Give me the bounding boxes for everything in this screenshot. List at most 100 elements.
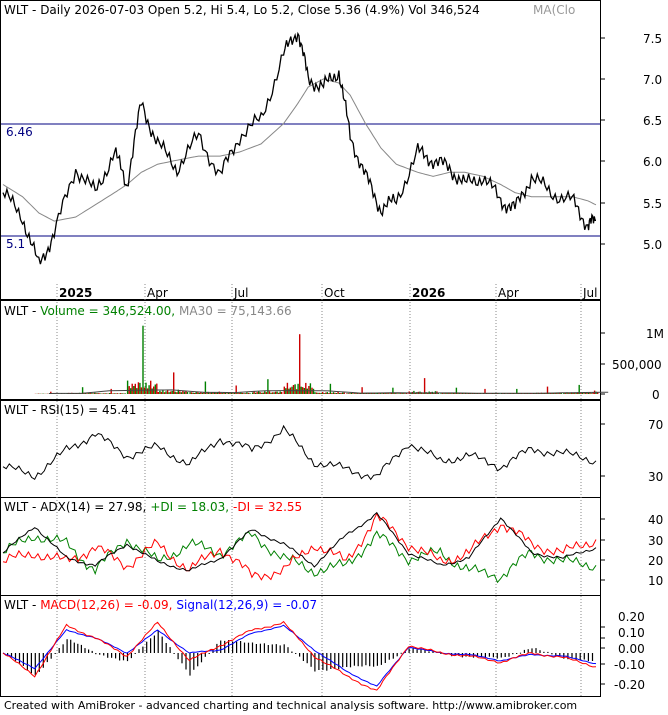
rsi-line (2, 424, 597, 481)
volume-bar (295, 389, 298, 394)
volume-bar (220, 392, 222, 394)
volume-bar (398, 393, 400, 394)
price-series-line (2, 31, 596, 265)
volume-bar (201, 392, 204, 394)
volume-bar (423, 378, 426, 394)
macd-hist-bar (523, 649, 525, 653)
adx-label-mdi: -DI = 32.55 (233, 500, 302, 514)
macd-hist-bar (193, 653, 195, 670)
macd-hist-bar (342, 653, 344, 668)
footer-credit: Created with AmiBroker - advanced charti… (4, 699, 578, 712)
macd-hist-bar (295, 653, 297, 654)
macd-hist-bar (138, 649, 140, 653)
volume-bar (229, 393, 231, 394)
volume-bar (271, 392, 274, 394)
price-y-axis: 7.5 7.0 6.5 6.0 5.5 5.0 (600, 32, 662, 252)
volume-bar (145, 382, 147, 394)
macd-hist-bar (22, 653, 24, 666)
x-tick-jul-2026: Jul (582, 286, 597, 300)
price-y-tick: 7.0 (643, 73, 662, 87)
volume-bar (173, 372, 175, 394)
volume-bar (150, 380, 152, 394)
macd-y-tick: 0.00 (618, 642, 645, 656)
macd-hist-bar (216, 643, 218, 653)
price-panel: 6.46 5.1 WLT - Daily 2026-07-03 Open 5.2… (1, 3, 662, 300)
volume-bar (95, 393, 97, 394)
macd-hist-bar (111, 653, 113, 658)
volume-bar (91, 393, 93, 394)
macd-hist-bar (583, 653, 585, 660)
volume-bar (192, 392, 194, 394)
volume-bar (334, 392, 336, 394)
volume-bar (171, 390, 173, 394)
macd-hist-bar (240, 641, 242, 653)
macd-hist-bar (62, 644, 64, 653)
macd-hist-bar (251, 642, 254, 653)
macd-hist-bar (349, 653, 352, 668)
volume-bar (448, 393, 450, 394)
macd-hist-bar (384, 653, 386, 663)
price-x-axis: 2025 Apr Jul Oct 2026 Apr Jul (59, 286, 597, 300)
macd-hist-bar (271, 644, 273, 653)
macd-hist-bar (408, 648, 410, 653)
volume-bar (294, 384, 296, 394)
price-y-tick: 6.0 (643, 155, 662, 169)
macd-hist-bar (420, 649, 422, 653)
macd-y-tick: -0.20 (614, 678, 645, 692)
adx-y-tick: 10 (648, 574, 663, 588)
volume-bar (268, 391, 271, 394)
macd-hist-bar (119, 653, 121, 661)
volume-bar (247, 392, 250, 394)
macd-hist-bar (161, 636, 163, 653)
macd-y-tick: -0.10 (614, 658, 645, 672)
macd-hist-bar (243, 642, 246, 653)
volume-bar (226, 393, 228, 394)
volume-bar (281, 392, 283, 394)
macd-hist-bar (373, 653, 375, 667)
rsi-panel: WLT - RSI(15) = 45.41 70 30 (2, 403, 663, 484)
volume-bar (112, 393, 114, 394)
macd-hist-bar (279, 645, 281, 653)
macd-hist-bar (334, 653, 336, 669)
volume-bar (115, 393, 117, 394)
volume-bar (134, 383, 136, 394)
volume-bars (34, 325, 599, 394)
volume-bar (443, 393, 445, 394)
volume-bar (101, 393, 103, 394)
adx-label: WLT - ADX(14) = 27.98, +DI = 18.03, -DI = … (4, 500, 302, 514)
macd-hist-bar (165, 643, 167, 653)
macd-label-value: MACD(12,26) = -0.09, (40, 598, 172, 612)
stock-chart: 6.46 5.1 WLT - Daily 2026-07-03 Open 5.2… (0, 0, 664, 697)
volume-bar (308, 386, 310, 394)
macd-hist-bar (95, 653, 97, 655)
macd-hist-bar (99, 653, 101, 655)
volume-bar (169, 391, 172, 394)
x-tick-apr: Apr (147, 286, 168, 300)
macd-hist-bar (587, 653, 589, 662)
macd-hist-bar (122, 653, 125, 661)
volume-bar (314, 392, 316, 394)
macd-hist-bar (14, 653, 17, 661)
volume-bar (107, 393, 109, 394)
adx-label-pdi: +DI = 18.03, (150, 500, 229, 514)
adx-label-prefix: WLT - (4, 500, 40, 514)
volume-bar (105, 393, 108, 394)
macd-hist-bar (66, 639, 68, 653)
volume-bar (209, 392, 211, 394)
macd-hist-bar (388, 653, 390, 660)
macd-hist-bar (461, 653, 463, 658)
volume-bar (198, 392, 200, 394)
volume-bar (151, 388, 153, 394)
price-y-tick: 5.5 (643, 197, 662, 211)
volume-bar (243, 393, 245, 394)
volume-bar (567, 393, 570, 394)
rsi-y-tick: 70 (648, 418, 663, 432)
macd-hist-bar (380, 653, 382, 665)
volume-bar (261, 392, 263, 394)
volume-bar (331, 392, 333, 394)
volume-bar (317, 392, 319, 394)
volume-bar (274, 391, 277, 394)
volume-bar (343, 392, 345, 394)
macd-hist-bar (512, 653, 514, 655)
volume-bar (109, 393, 111, 394)
